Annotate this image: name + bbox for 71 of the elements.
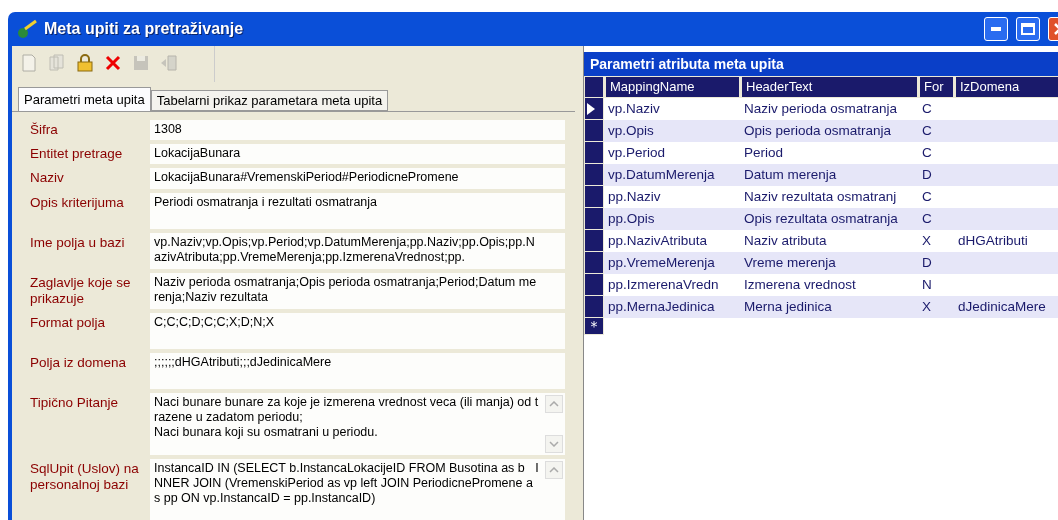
- row-header[interactable]: [584, 164, 604, 186]
- field-label: Tipično Pitanje: [30, 394, 120, 412]
- text-field[interactable]: Periodi osmatranja i rezultati osmatranja: [150, 193, 565, 229]
- window-title: Meta upiti za pretraživanje: [44, 20, 245, 38]
- text-field[interactable]: InstancaID IN (SELECT b.InstancaLokacijeID FROM Busotina as b INNER JOIN (VremenskiPeriod as vp left JOIN PeriodicnePromene as pp ON vp.InstancaID = pp.InstancaID): [150, 459, 565, 520]
- grid-title: Parametri atributa meta upita: [584, 52, 1058, 76]
- table-cell: Merna jedinica: [740, 296, 918, 318]
- current-row-icon: [587, 102, 595, 115]
- row-header[interactable]: [584, 120, 604, 142]
- text-field[interactable]: Naziv perioda osmatranja;Opis perioda osmatranja;Period;Datum merenja;Naziv rezultata: [150, 273, 565, 309]
- tab[interactable]: Tabelarni prikaz parametara meta upita: [150, 90, 389, 111]
- documents-icon: [47, 53, 67, 73]
- text-field[interactable]: LokacijaBunara: [150, 144, 565, 164]
- column-header[interactable]: For: [918, 76, 954, 98]
- field-label: SqlUpit (Uslov) na personalnoj bazi: [30, 460, 140, 494]
- field-label: Ime polja u bazi: [30, 234, 126, 252]
- minimize-button[interactable]: [984, 17, 1008, 41]
- text-field[interactable]: vp.Naziv;vp.Opis;vp.Period;vp.DatumMerenja;pp.Naziv;pp.Opis;pp.NazivAtributa;pp.VremeMerenja;pp.IzmerenaVrednost;pp.: [150, 233, 565, 269]
- field-label: Format polja: [30, 314, 107, 332]
- field-label: Entitet pretrage: [30, 145, 124, 163]
- text-field[interactable]: ;;;;;;dHGAtributi;;;dJedinicaMere: [150, 353, 565, 389]
- table-cell: vp.DatumMerenja: [604, 164, 740, 186]
- row-header[interactable]: [584, 252, 604, 274]
- table-cell: D: [918, 164, 954, 186]
- floppy-icon: [131, 53, 151, 73]
- table-cell: pp.MernaJedinica: [604, 296, 740, 318]
- row-header[interactable]: [584, 296, 604, 318]
- chevron-down-icon: [549, 441, 559, 447]
- column-header[interactable]: MappingName: [604, 76, 740, 98]
- minimize-icon: [991, 27, 1001, 31]
- text-field[interactable]: 1308: [150, 120, 565, 140]
- tab[interactable]: Parametri meta upita: [18, 87, 151, 111]
- row-header[interactable]: [584, 98, 604, 120]
- field-label: Opis kriterijuma: [30, 194, 125, 212]
- table-cell: Opis perioda osmatranja: [740, 120, 918, 142]
- row-header[interactable]: [584, 230, 604, 252]
- field-label: Zaglavlje koje se prikazuje: [30, 274, 132, 308]
- document-icon: [19, 53, 39, 73]
- table-cell: Opis rezultata osmatranja: [740, 208, 918, 230]
- field-label: Šifra: [30, 121, 59, 139]
- table-cell: vp.Opis: [604, 120, 740, 142]
- row-header[interactable]: [584, 208, 604, 230]
- table-cell: C: [918, 120, 954, 142]
- column-header[interactable]: HeaderText: [740, 76, 918, 98]
- chevron-up-icon: [549, 467, 559, 473]
- table-cell: pp.VremeMerenja: [604, 252, 740, 274]
- table-cell: pp.Opis: [604, 208, 740, 230]
- app-icon: [16, 19, 38, 39]
- maximize-button[interactable]: [1016, 17, 1040, 41]
- table-cell: Vreme merenja: [740, 252, 918, 274]
- text-field[interactable]: C;C;C;D;C;C;X;D;N;X: [150, 313, 565, 349]
- table-cell: Datum merenja: [740, 164, 918, 186]
- chevron-up-icon: [549, 401, 559, 407]
- table-cell: C: [918, 208, 954, 230]
- new-row-marker[interactable]: *: [584, 318, 604, 335]
- row-header[interactable]: [584, 274, 604, 296]
- corner-header: [584, 76, 604, 98]
- maximize-icon: [1021, 23, 1035, 35]
- lock-icon: [75, 53, 95, 73]
- table-cell: X: [918, 296, 954, 318]
- field-label: Naziv: [30, 169, 65, 187]
- close-icon: [103, 53, 123, 73]
- door-icon: [159, 53, 179, 73]
- toolbar-button[interactable]: [74, 53, 96, 75]
- row-header[interactable]: [584, 142, 604, 164]
- text-field[interactable]: LokacijaBunara#VremenskiPeriod#PeriodicnePromene: [150, 168, 565, 189]
- column-header[interactable]: IzDomena: [954, 76, 1058, 98]
- table-cell: D: [918, 252, 954, 274]
- field-label: Polja iz domena: [30, 354, 128, 372]
- table-cell: dJedinicaMere: [954, 296, 1058, 318]
- row-header[interactable]: [584, 186, 604, 208]
